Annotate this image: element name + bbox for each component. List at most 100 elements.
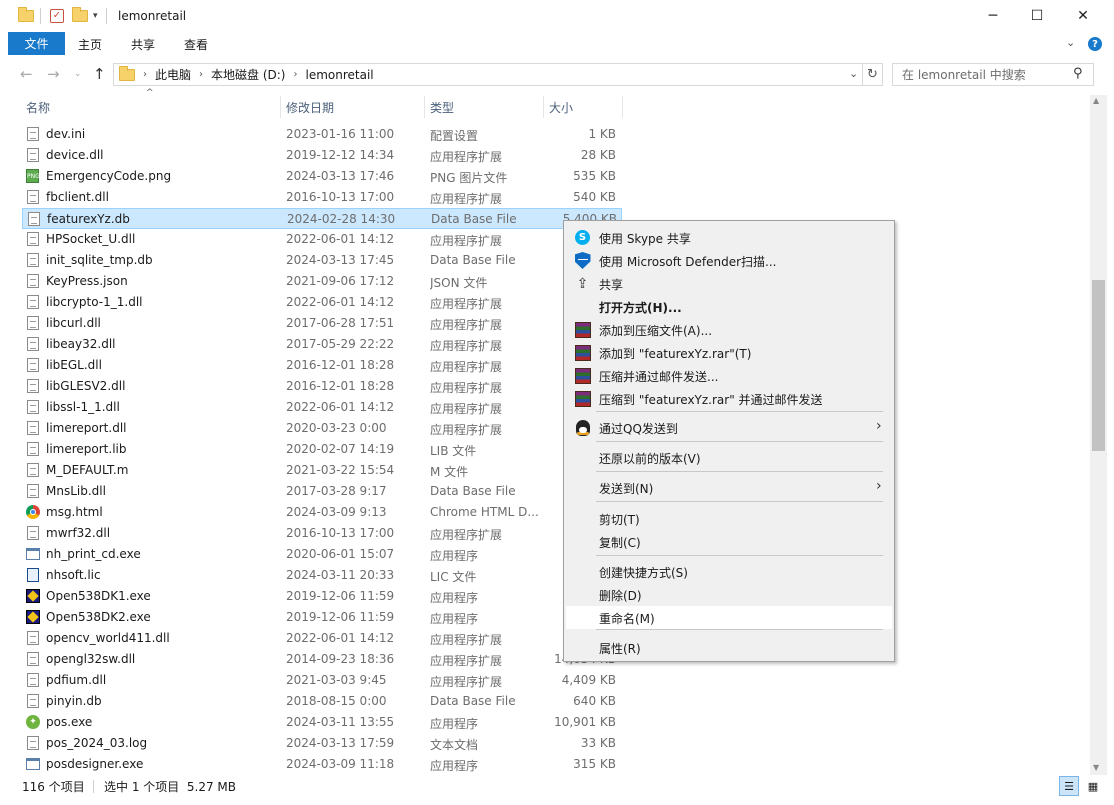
- table-row[interactable]: HPSocket_U.dll 2022-06-01 14:12 应用程序扩展: [22, 229, 622, 250]
- breadcrumb-drive-d[interactable]: 本地磁盘 (D:): [211, 66, 285, 83]
- context-menu-item[interactable]: 剪切(T): [566, 507, 892, 530]
- new-folder-icon[interactable]: [72, 7, 88, 25]
- context-menu-item[interactable]: 删除(D): [566, 583, 892, 606]
- table-row[interactable]: limereport.lib 2020-02-07 14:19 LIB 文件: [22, 439, 622, 460]
- table-row[interactable]: libcrypto-1_1.dll 2022-06-01 14:12 应用程序扩展: [22, 292, 622, 313]
- up-arrow-icon[interactable]: ↑: [93, 65, 106, 83]
- table-row[interactable]: libEGL.dll 2016-12-01 18:28 应用程序扩展: [22, 355, 622, 376]
- column-divider[interactable]: [622, 96, 623, 118]
- file-name: msg.html: [46, 505, 103, 519]
- scroll-up-arrow-icon[interactable]: ▲: [1093, 96, 1099, 105]
- menu-divider: [596, 471, 883, 472]
- back-arrow-icon[interactable]: ←: [20, 65, 33, 83]
- help-icon[interactable]: ?: [1088, 37, 1102, 51]
- submenu-arrow-icon: ›: [876, 418, 882, 434]
- table-row[interactable]: ✦ pos.exe 2024-03-11 13:55 应用程序 10,901 KB: [22, 712, 622, 733]
- table-row[interactable]: pos_2024_03.log 2024-03-13 17:59 文本文档 33 KB: [22, 733, 622, 754]
- table-row[interactable]: nh_print_cd.exe 2020-06-01 15:07 应用程序: [22, 544, 622, 565]
- context-menu-item[interactable]: 压缩到 "featurexYz.rar" 并通过邮件发送: [566, 387, 892, 410]
- address-bar[interactable]: › 此电脑 › 本地磁盘 (D:) › lemonretail ⌄: [113, 63, 863, 86]
- column-header-date[interactable]: 修改日期: [280, 95, 424, 119]
- table-row[interactable]: libGLESV2.dll 2016-12-01 18:28 应用程序扩展: [22, 376, 622, 397]
- context-menu-item[interactable]: 压缩并通过邮件发送...: [566, 364, 892, 387]
- table-row[interactable]: init_sqlite_tmp.db 2024-03-13 17:45 Data B…: [22, 250, 622, 271]
- column-header-name[interactable]: 名称: [20, 95, 280, 119]
- menu-divider: [596, 501, 883, 502]
- table-row[interactable]: fbclient.dll 2016-10-13 17:00 应用程序扩展 540 KB: [22, 187, 622, 208]
- scrollbar-thumb[interactable]: [1092, 280, 1105, 451]
- table-row[interactable]: Open538DK2.exe 2019-12-06 11:59 应用程序: [22, 607, 622, 628]
- dll-file-icon: [26, 316, 40, 331]
- table-row[interactable]: posdesigner.exe 2024-03-09 11:18 应用程序 315 K…: [22, 754, 622, 775]
- recent-locations-chevron-icon[interactable]: ⌄: [74, 69, 82, 79]
- context-menu-label: 使用 Microsoft Defender扫描...: [599, 255, 777, 269]
- breadcrumb-separator-icon[interactable]: ›: [199, 69, 203, 80]
- table-row[interactable]: KeyPress.json 2021-09-06 17:12 JSON 文件: [22, 271, 622, 292]
- table-row[interactable]: Open538DK1.exe 2019-12-06 11:59 应用程序: [22, 586, 622, 607]
- table-row[interactable]: M_DEFAULT.m 2021-03-22 15:54 M 文件: [22, 460, 622, 481]
- context-menu-item[interactable]: 属性(R): [566, 636, 892, 659]
- file-date: 2016-10-13 17:00: [286, 526, 395, 540]
- file-type: 文本文档: [430, 738, 479, 752]
- context-menu-item[interactable]: ⇪ 共享: [566, 272, 892, 295]
- table-row[interactable]: nhsoft.lic 2024-03-11 20:33 LIC 文件: [22, 565, 622, 586]
- breadcrumb-lemonretail[interactable]: lemonretail: [305, 68, 373, 82]
- tab-share[interactable]: 共享: [131, 36, 155, 53]
- column-header-size[interactable]: 大小: [543, 95, 623, 119]
- context-menu-item[interactable]: 创建快捷方式(S): [566, 560, 892, 583]
- forward-arrow-icon[interactable]: →: [47, 65, 60, 83]
- details-view-icon[interactable]: ☰: [1059, 776, 1079, 796]
- context-menu-item[interactable]: 复制(C): [566, 530, 892, 553]
- properties-check-icon[interactable]: ✓: [50, 7, 64, 25]
- scroll-down-arrow-icon[interactable]: ▼: [1093, 763, 1099, 772]
- minimize-button[interactable]: ─: [970, 0, 1016, 32]
- context-menu-item[interactable]: 添加到 "featurexYz.rar"(T): [566, 341, 892, 364]
- context-menu-item[interactable]: 通过QQ发送到 ›: [566, 416, 892, 439]
- table-row[interactable]: pdfium.dll 2021-03-03 9:45 应用程序扩展 4,409 KB: [22, 670, 622, 691]
- table-row[interactable]: MnsLib.dll 2017-03-28 9:17 Data Base File: [22, 481, 622, 502]
- context-menu-item[interactable]: 使用 Microsoft Defender扫描...: [566, 249, 892, 272]
- table-row[interactable]: PNG EmergencyCode.png 2024-03-13 17:46 PNG …: [22, 166, 622, 187]
- breadcrumb-separator-icon[interactable]: ›: [293, 69, 297, 80]
- table-row[interactable]: device.dll 2019-12-12 14:34 应用程序扩展 28 KB: [22, 145, 622, 166]
- context-menu-item[interactable]: 打开方式(H)...: [566, 295, 892, 318]
- table-row-selected[interactable]: featurexYz.db 2024-02-28 14:30 Data Base F…: [22, 208, 622, 229]
- expand-ribbon-chevron-icon[interactable]: ⌄: [1066, 36, 1075, 49]
- maximize-button[interactable]: ☐: [1014, 0, 1060, 32]
- refresh-icon[interactable]: ↻: [863, 63, 883, 86]
- table-row[interactable]: msg.html 2024-03-09 9:13 Chrome HTML D...: [22, 502, 622, 523]
- file-type: Data Base File: [430, 484, 516, 498]
- close-button[interactable]: ✕: [1060, 0, 1106, 32]
- table-row[interactable]: mwrf32.dll 2016-10-13 17:00 应用程序扩展: [22, 523, 622, 544]
- search-input[interactable]: 在 lemonretail 中搜索: [892, 63, 1094, 86]
- file-date: 2024-03-11 13:55: [286, 715, 395, 729]
- breadcrumb-this-pc[interactable]: 此电脑: [155, 66, 191, 83]
- context-menu-item[interactable]: S 使用 Skype 共享: [566, 226, 892, 249]
- context-menu-item[interactable]: 发送到(N) ›: [566, 476, 892, 499]
- large-icons-view-icon[interactable]: ▦: [1083, 776, 1103, 796]
- file-list[interactable]: dev.ini 2023-01-16 11:00 配置设置 1 KB device.dl…: [0, 124, 1090, 775]
- column-header-type[interactable]: 类型: [424, 95, 544, 119]
- tab-view[interactable]: 查看: [184, 36, 208, 53]
- context-menu-item[interactable]: 还原以前的版本(V): [566, 446, 892, 469]
- tab-home[interactable]: 主页: [78, 36, 102, 53]
- file-date: 2024-03-09 9:13: [286, 505, 387, 519]
- table-row[interactable]: opengl32sw.dll2014-09-23 18:36应用程序扩展14,0…: [22, 649, 622, 670]
- table-row[interactable]: dev.ini 2023-01-16 11:00 配置设置 1 KB: [22, 124, 622, 145]
- table-row[interactable]: libcurl.dll 2017-06-28 17:51 应用程序扩展: [22, 313, 622, 334]
- tab-file[interactable]: 文件: [8, 32, 65, 55]
- context-menu-item[interactable]: 添加到压缩文件(A)...: [566, 318, 892, 341]
- file-type: 应用程序: [430, 759, 479, 773]
- search-icon[interactable]: ⚲: [1073, 66, 1083, 81]
- file-name: libEGL.dll: [46, 358, 102, 372]
- table-row[interactable]: pinyin.db 2018-08-15 0:00 Data Base File 64…: [22, 691, 622, 712]
- json-file-icon: [26, 274, 40, 289]
- context-menu-item[interactable]: 重命名(M): [566, 606, 892, 629]
- address-dropdown-chevron-icon[interactable]: ⌄: [849, 67, 858, 80]
- table-row[interactable]: opencv_world411.dll 2022-06-01 14:12 应用程序扩…: [22, 628, 622, 649]
- table-row[interactable]: libeay32.dll 2017-05-29 22:22 应用程序扩展: [22, 334, 622, 355]
- breadcrumb-separator-icon[interactable]: ›: [143, 69, 147, 80]
- customize-quick-access-icon[interactable]: ▾: [93, 7, 98, 25]
- table-row[interactable]: libssl-1_1.dll 2022-06-01 14:12 应用程序扩展: [22, 397, 622, 418]
- table-row[interactable]: limereport.dll 2020-03-23 0:00 应用程序扩展: [22, 418, 622, 439]
